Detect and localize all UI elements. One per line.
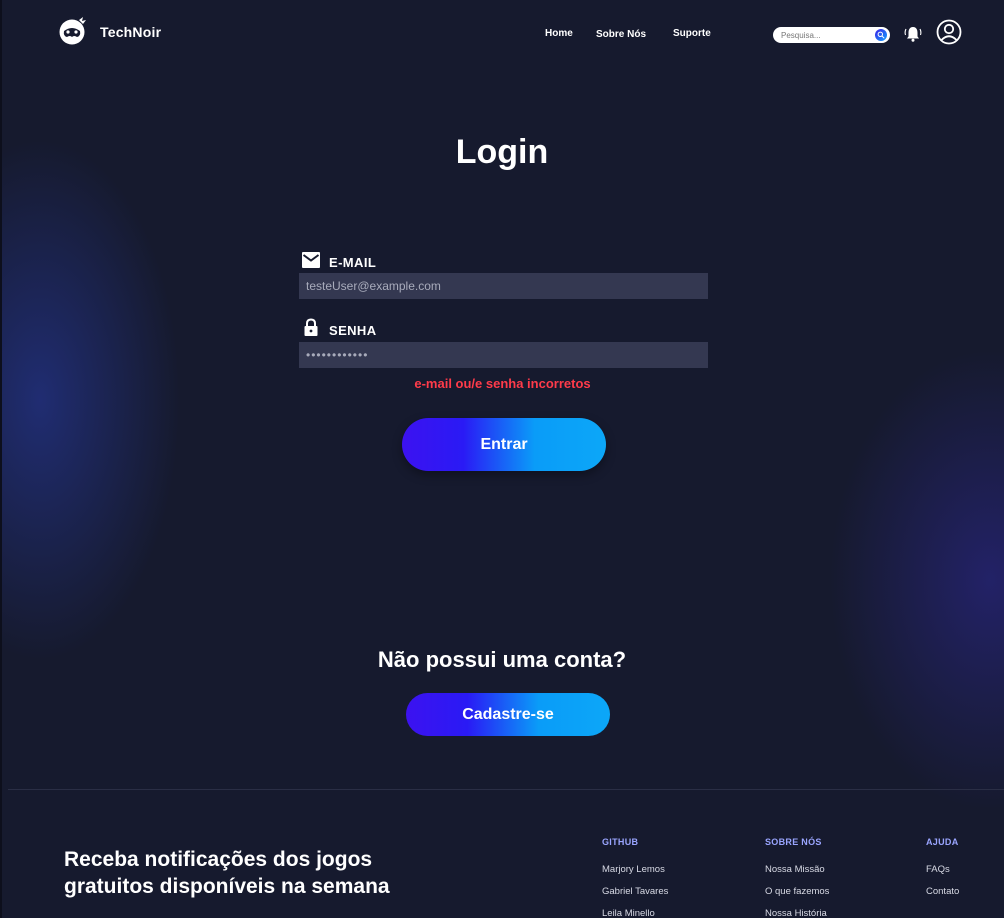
page: TechNoir Home Sobre Nós Suporte Pesquisa… [0,0,1004,918]
search-box [773,27,890,43]
footer-link[interactable]: O que fazemos [765,886,829,897]
footer-link[interactable]: Nossa História [765,908,827,918]
nav-suporte-link[interactable]: Suporte [673,28,733,39]
footer-link[interactable]: Marjory Lemos [602,864,665,875]
no-account-prompt: Não possui uma conta? [377,647,627,672]
footer-link[interactable]: Nossa Missão [765,864,825,875]
notification-bell-icon[interactable] [903,24,923,44]
email-field[interactable] [299,273,708,299]
footer-link[interactable]: Contato [926,886,959,897]
password-label: SENHA [329,323,377,338]
register-button[interactable]: Cadastre-se [406,693,610,736]
header: TechNoir Home Sobre Nós Suporte [0,0,1004,70]
login-error-message: e-mail ou/e senha incorretos [414,376,591,391]
newsletter-heading: Receba notificações dos jogos gratuitos … [64,846,464,900]
password-field[interactable] [299,342,708,368]
search-input[interactable] [773,30,868,40]
lock-icon [304,318,318,336]
search-button[interactable] [875,29,887,41]
search-icon [877,31,885,39]
newsletter-line-2: gratuitos disponíveis na semana [64,875,390,898]
footer-sobre-nos-heading: SOBRE NÓS [765,837,822,847]
footer-divider [8,789,1004,790]
footer-github-heading: GITHUB [602,837,639,847]
user-profile-icon[interactable] [936,19,962,45]
nav-home-link[interactable]: Home [545,28,585,39]
mail-icon [302,252,320,268]
technoir-logo-icon[interactable] [57,16,89,46]
footer-link[interactable]: Leila Minello [602,908,655,918]
brand-name: TechNoir [100,24,162,40]
footer-link[interactable]: FAQs [926,864,950,875]
login-title: Login [455,133,549,171]
footer-link[interactable]: Gabriel Tavares [602,886,668,897]
email-label: E-MAIL [329,255,377,270]
nav-sobre-nos-link[interactable]: Sobre Nós [596,29,666,40]
footer-ajuda-heading: AJUDA [926,837,959,847]
login-submit-button[interactable]: Entrar [402,418,606,471]
newsletter-line-1: Receba notificações dos jogos [64,848,373,871]
